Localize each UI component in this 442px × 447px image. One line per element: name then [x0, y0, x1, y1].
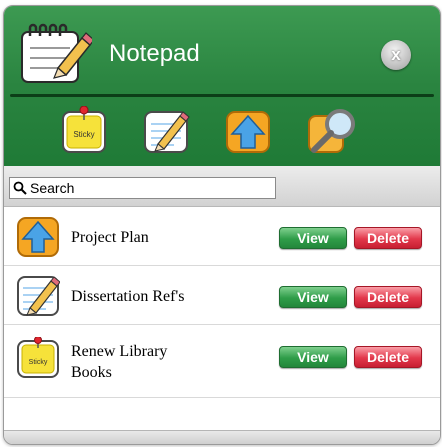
header-divider	[10, 94, 434, 97]
window-header: Notepad x Sticky	[4, 6, 440, 166]
delete-button[interactable]: Delete	[354, 346, 422, 368]
magnifier-icon	[308, 109, 355, 153]
upload-arrow-icon	[17, 217, 59, 257]
search-notes-button[interactable]	[306, 106, 355, 156]
sticky-label: Sticky	[73, 130, 94, 139]
note-title: Project Plan	[71, 229, 149, 246]
list-item: Sticky Renew Library Books View Delete	[4, 325, 440, 398]
search-icon	[13, 181, 27, 195]
note-title: Renew Library Books	[71, 343, 168, 381]
note-pencil-icon	[17, 276, 60, 316]
upload-arrow-icon	[226, 111, 270, 153]
new-sticky-button[interactable]: Sticky	[60, 105, 108, 156]
note-pencil-icon	[144, 111, 190, 153]
sticky-label: Sticky	[29, 359, 48, 366]
view-button[interactable]: View	[279, 227, 347, 249]
search-box	[9, 177, 276, 199]
close-button[interactable]: x	[381, 40, 411, 70]
app-title: Notepad	[109, 40, 200, 67]
list-item: Dissertation Ref's View Delete	[4, 266, 440, 325]
delete-button[interactable]: Delete	[354, 227, 422, 249]
window-footer	[4, 430, 440, 444]
notepad-pencil-icon	[21, 23, 92, 83]
view-button[interactable]: View	[279, 346, 347, 368]
search-bar	[4, 166, 440, 207]
notes-list: Project Plan View Delete Dissertation Re…	[4, 207, 440, 398]
notepad-window: Notepad x Sticky Search Project Plan Vie…	[3, 5, 441, 445]
new-note-button[interactable]	[142, 106, 190, 156]
delete-button[interactable]: Delete	[354, 286, 422, 308]
list-item: Project Plan View Delete	[4, 207, 440, 266]
view-button[interactable]: View	[279, 286, 347, 308]
upload-button[interactable]	[224, 106, 272, 156]
note-title: Dissertation Ref's	[71, 288, 185, 305]
sticky-note-icon: Sticky	[17, 337, 59, 378]
search-input[interactable]	[30, 179, 270, 197]
sticky-note-icon: Sticky	[62, 105, 106, 153]
